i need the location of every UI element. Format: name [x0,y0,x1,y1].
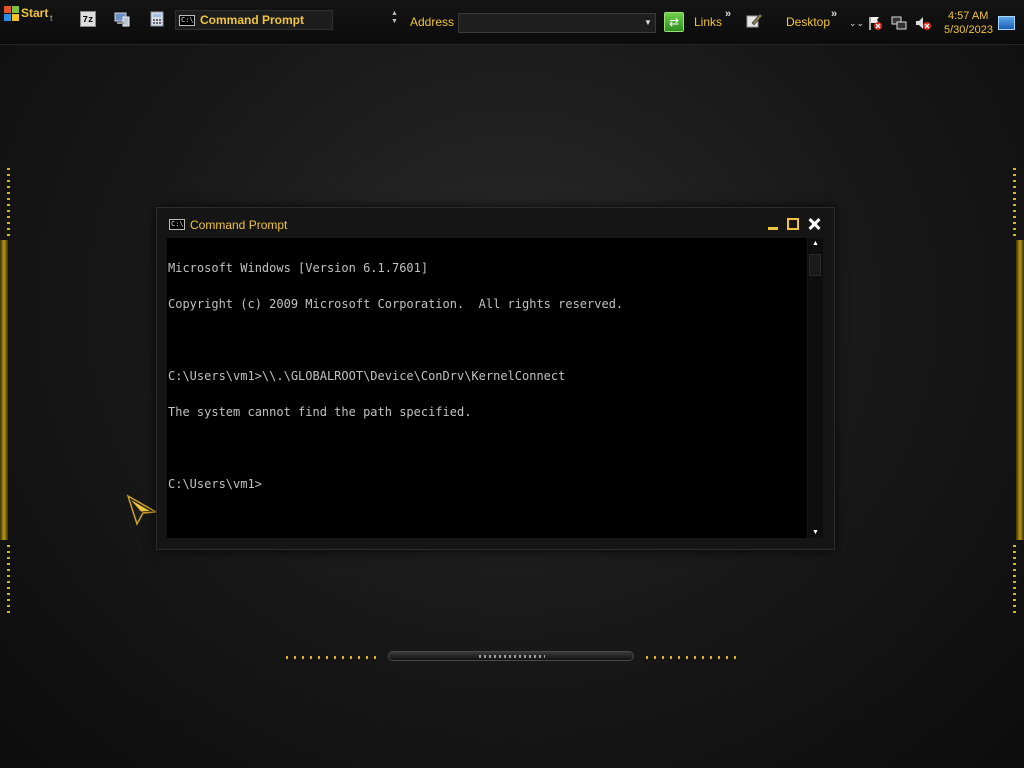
maximize-button[interactable] [786,217,800,231]
minimize-button[interactable] [766,217,780,231]
volume-muted-icon[interactable] [915,15,931,31]
go-button[interactable]: ⇄ [664,12,684,32]
console-line: Microsoft Windows [Version 6.1.7601] [168,261,429,275]
calculator-icon[interactable] [149,11,165,27]
links-toolbar[interactable]: Links [694,15,722,29]
start-label: Start [21,6,49,20]
links-chevron-icon[interactable]: » [725,8,731,20]
console-line: The system cannot find the path specifie… [168,405,472,419]
taskbar: Start t 7z C:\ Command Prompt ▲ ▼ Address… [0,0,1024,45]
window-title-bar[interactable]: C:\ Command Prompt [157,208,834,238]
console-line: Copyright (c) 2009 Microsoft Corporation… [168,297,624,311]
window-title: Command Prompt [190,218,288,232]
bottom-decoration [280,650,740,666]
close-button[interactable] [807,217,821,231]
desktop-toolbar[interactable]: Desktop [786,15,830,29]
desktop-chevron-icon[interactable]: » [831,8,837,20]
action-center-flag-icon[interactable] [867,15,883,31]
command-prompt-icon: C:\ [179,14,195,26]
command-prompt-window[interactable]: C:\ Command Prompt Microsoft Windows [Ve… [156,207,835,550]
taskbar-button-command-prompt[interactable]: C:\ Command Prompt [175,10,333,30]
slider-grip [479,655,545,658]
address-dropdown-arrow-icon[interactable]: ▼ [642,15,654,31]
address-label: Address [410,15,455,29]
decor-bar [0,240,8,540]
scroll-down-arrow-icon[interactable]: ▼ [812,529,819,536]
network-icon[interactable] [891,15,907,31]
decor-dots [7,545,10,615]
edit-note-icon[interactable] [746,12,763,29]
tray-expand-icon[interactable]: ⌄⌄ [849,18,864,29]
computer-icon[interactable] [114,11,130,27]
start-sub-label: t [50,13,53,23]
decor-dots [286,656,376,659]
decor-dots [1013,168,1016,238]
7-zip-icon[interactable]: 7z [80,11,96,27]
mouse-cursor-icon [126,494,159,526]
console-prompt-line: C:\Users\vm1> [168,477,262,491]
scroll-up-arrow-icon[interactable]: ▲ [812,240,819,247]
scroll-thumb[interactable] [809,254,821,276]
right-side-decoration [1010,160,1024,630]
decor-dots [7,168,10,238]
windows-logo-icon [4,6,19,21]
console-output[interactable]: Microsoft Windows [Version 6.1.7601] Cop… [167,238,807,538]
decor-dots [646,656,736,659]
bottom-slider-bar [388,651,634,661]
toolbar-spin-arrows[interactable]: ▲ ▼ [391,10,398,26]
start-button[interactable]: Start [4,4,48,22]
clock-time[interactable]: 4:57 AM [948,10,988,22]
vertical-scrollbar[interactable]: ▲ ▼ [808,238,823,538]
decor-dots [1013,545,1016,615]
show-desktop-icon[interactable] [998,16,1015,30]
left-side-decoration [0,160,14,630]
console-line: C:\Users\vm1>\\.\GLOBALROOT\Device\ConDr… [168,369,566,383]
command-prompt-icon: C:\ [169,219,185,230]
clock-date[interactable]: 5/30/2023 [944,24,993,36]
taskbar-button-label: Command Prompt [200,13,305,27]
console-text: Microsoft Windows [Version 6.1.7601] Cop… [168,238,623,514]
decor-bar [1016,240,1024,540]
address-input[interactable]: ▼ [458,13,656,33]
